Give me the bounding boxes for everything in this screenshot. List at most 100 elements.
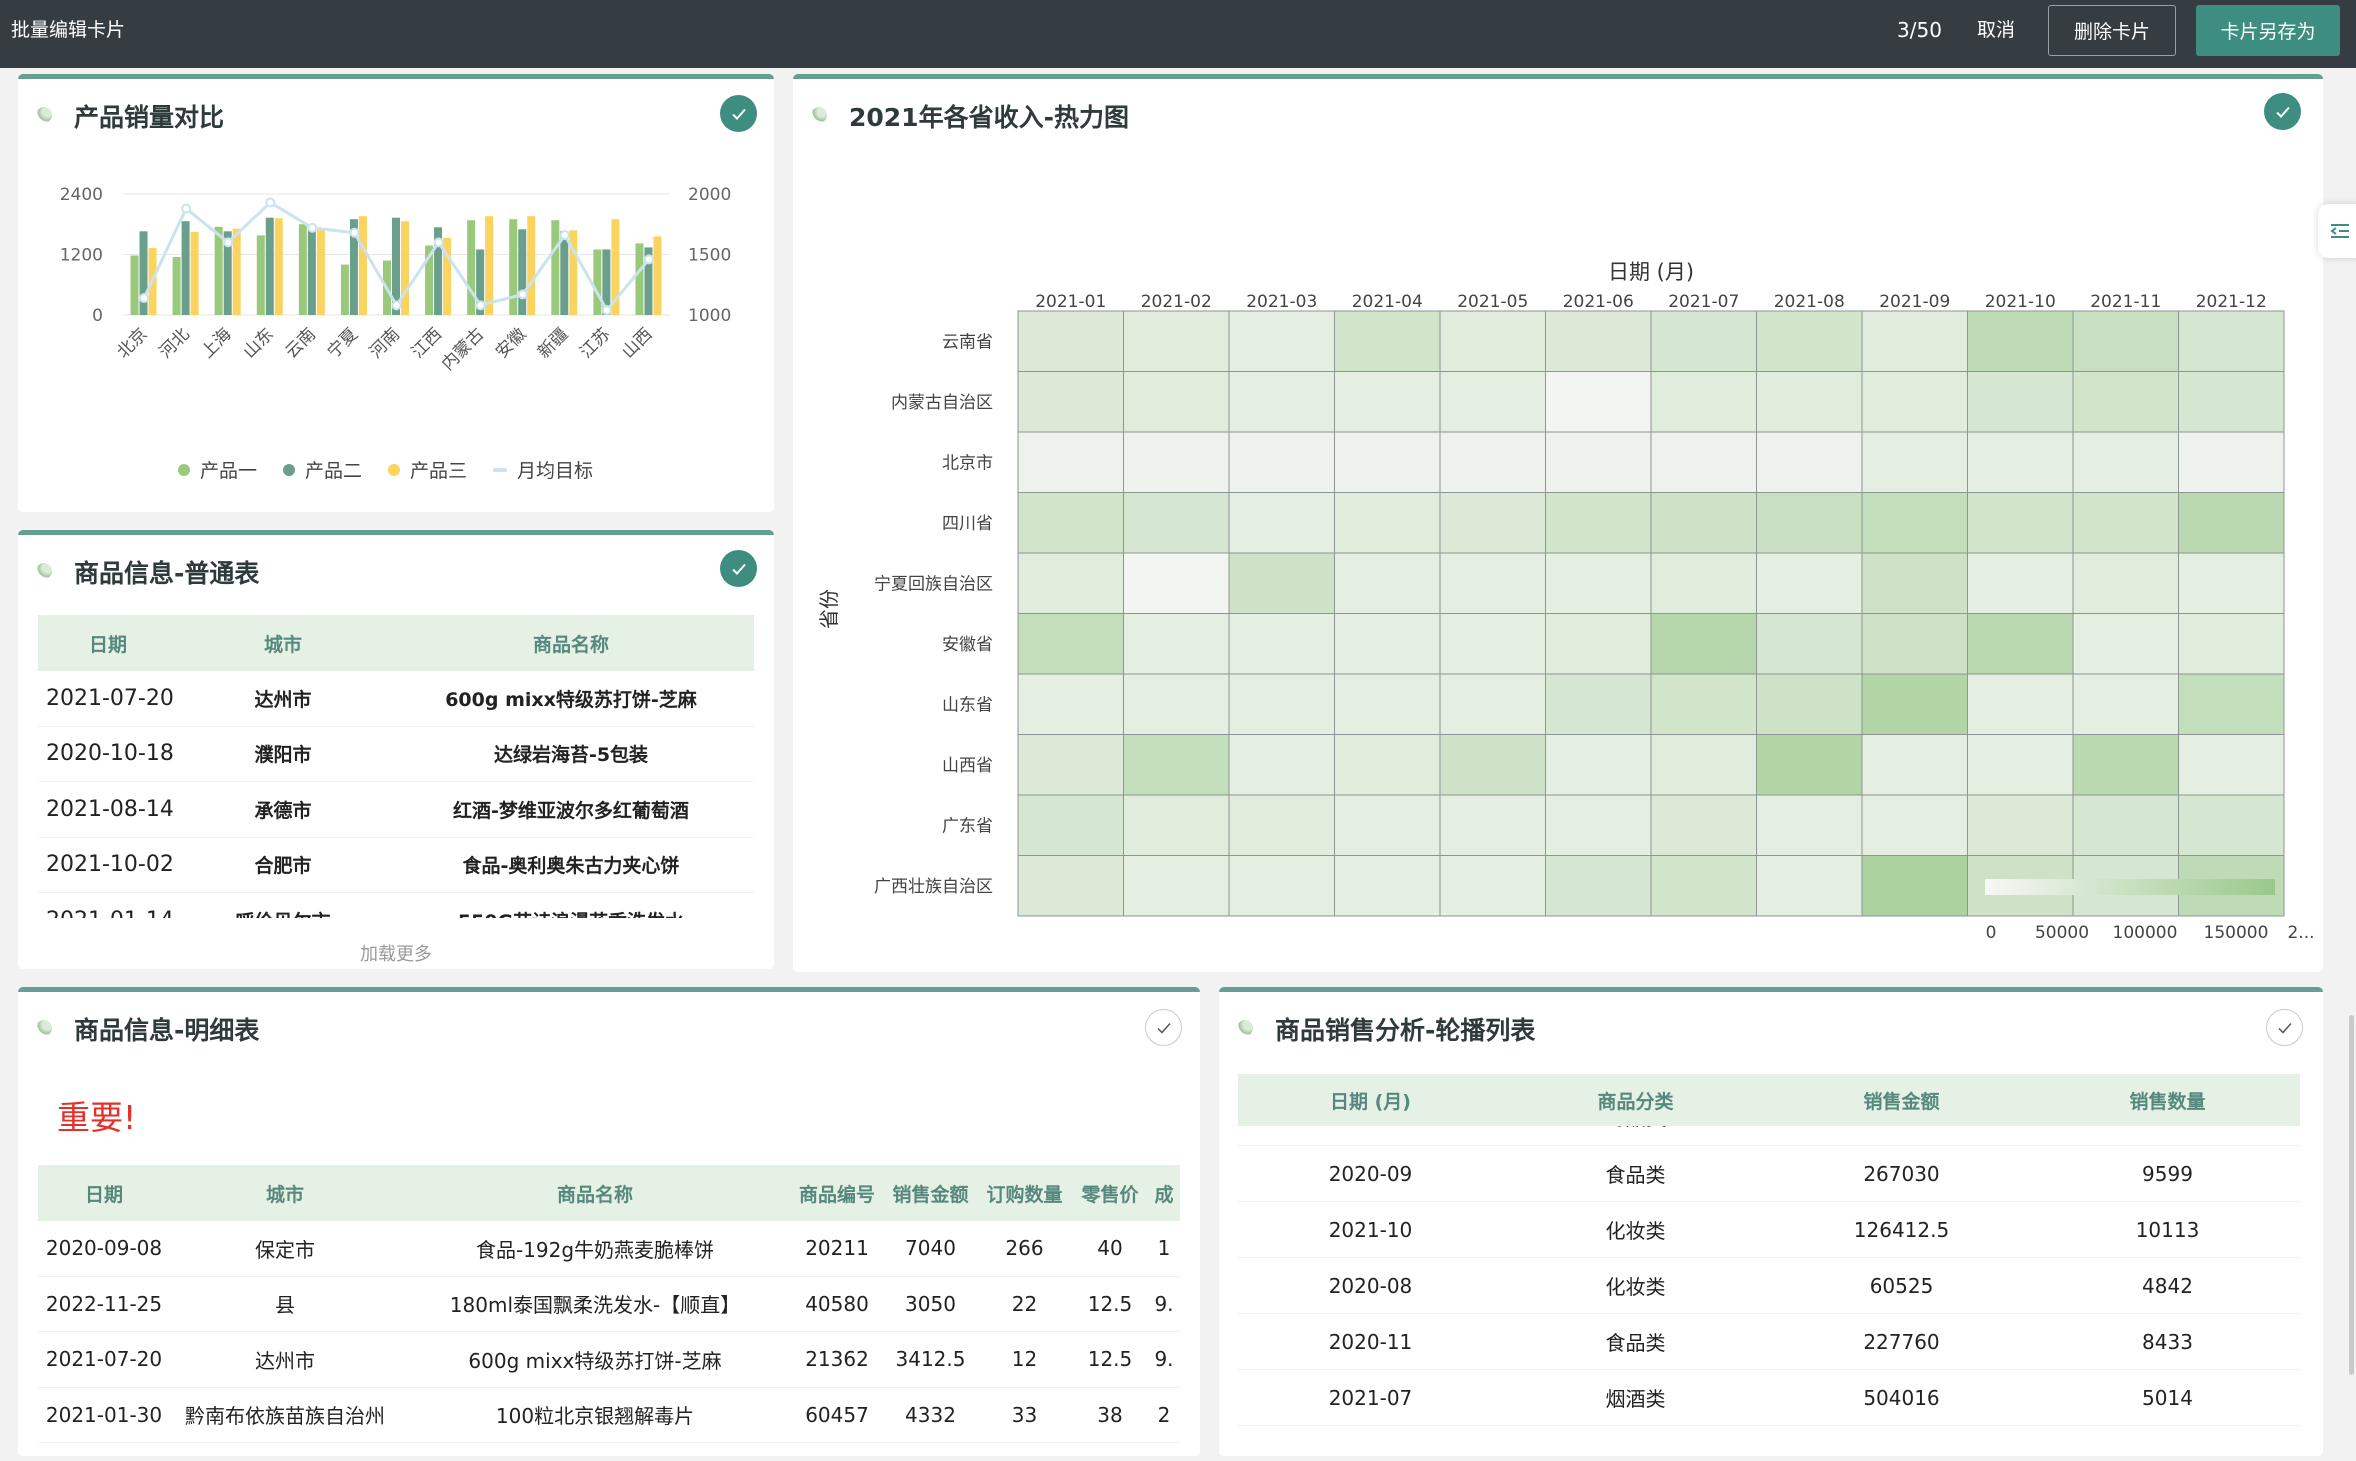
table-row[interactable]: 2020-08 化妆类 60525 4842: [1238, 1258, 2300, 1314]
heat-cell: [2072, 613, 2179, 675]
card-sales-analysis-carousel[interactable]: 商品销售分析-轮播列表 日期 (月)商品分类销售金额销售数量2022-12药品类…: [1219, 987, 2323, 1456]
column-header[interactable]: 商品编号: [790, 1165, 884, 1221]
table-row[interactable]: 2020-10-18 濮阳市 达绿岩海苔-5包装: [38, 727, 754, 782]
card-product-detail-table[interactable]: 商品信息-明细表 重要! 日期 城市 商品名称 商品编号 销售金额 订购数量 零售价成 202…: [18, 987, 1200, 1456]
table-cell: 2021-01-30: [45, 1402, 163, 1427]
table-row[interactable]: 2021-07-20 达州市 600g mixx特级苏打饼-芝麻 21362 3412.…: [38, 1332, 1180, 1388]
heat-cell: [1545, 794, 1652, 856]
column-header[interactable]: 日期: [38, 615, 178, 671]
table-cell: 2022-12: [1238, 1126, 1503, 1145]
legend-item[interactable]: 月均目标: [493, 456, 593, 483]
save-card-as-button[interactable]: 卡片另存为: [2196, 5, 2340, 56]
table-cell: 濮阳市: [254, 744, 312, 767]
column-header[interactable]: 城市: [170, 1165, 400, 1221]
table-cell: 2021-07: [1328, 1385, 1413, 1410]
select-card-check-icon[interactable]: [2266, 1009, 2303, 1046]
column-header[interactable]: 商品分类: [1503, 1074, 1768, 1126]
scrollbar[interactable]: [2349, 1015, 2354, 1375]
x-tick-label: 云南: [282, 324, 320, 362]
bar-产品一: [340, 264, 349, 315]
table-cell: 2020-09-08: [45, 1236, 163, 1261]
target-point: [433, 237, 444, 248]
x-tick-label: 2021-07: [1668, 292, 1739, 312]
heat-cell: [1967, 431, 2074, 493]
select-card-check-icon[interactable]: [1145, 1009, 1182, 1046]
heat-cell: [1228, 855, 1335, 917]
table-row[interactable]: 2021-07 烟酒类 504016 5014: [1238, 1370, 2300, 1426]
y-tick-label: 山西省: [942, 756, 993, 776]
table-cell: 12.5: [1087, 1291, 1133, 1316]
column-header[interactable]: 销售数量: [2035, 1074, 2300, 1126]
bar-产品一: [214, 226, 223, 315]
heat-cell: [1756, 371, 1863, 433]
table-header: 日期 城市 商品名称 商品编号 销售金额 订购数量 零售价成: [38, 1165, 1180, 1221]
cancel-button[interactable]: 取消: [1977, 16, 2015, 44]
column-header[interactable]: 销售金额: [1768, 1074, 2035, 1126]
table-row[interactable]: 2021-10-02 合肥市 食品-奥利奥朱古力夹心饼: [38, 838, 754, 893]
x-tick-label: 江苏: [576, 324, 614, 362]
table-cell: 12.5: [1087, 1347, 1133, 1372]
card-product-info-table[interactable]: 商品信息-普通表 日期 城市 商品名称 2021-07-20 达州市 600g mixx特…: [18, 530, 774, 969]
select-card-check-icon[interactable]: [720, 95, 757, 132]
table-row[interactable]: 2020-09-08 保定市 食品-192g牛奶燕麦脆棒饼 20211 7040 266 4…: [38, 1221, 1180, 1277]
column-header[interactable]: 商品名称: [388, 615, 754, 671]
heat-cell: [1650, 794, 1757, 856]
heat-cell: [1123, 431, 1230, 493]
card-title: 商品信息-普通表: [74, 559, 260, 588]
table-row[interactable]: 2021-10 化妆类 126412.5 10113: [1238, 1202, 2300, 1258]
heat-cell: [1545, 431, 1652, 493]
bar-产品三: [485, 216, 494, 315]
column-header[interactable]: 城市: [178, 615, 388, 671]
column-header[interactable]: 成: [1148, 1165, 1180, 1221]
column-header[interactable]: 销售金额: [884, 1165, 977, 1221]
column-header[interactable]: 订购数量: [977, 1165, 1072, 1221]
heat-cell: [2178, 492, 2285, 554]
select-card-check-icon[interactable]: [2264, 93, 2301, 130]
table-cell: 38: [1097, 1402, 1123, 1427]
table-row[interactable]: 2021-08-14 承德市 红酒-梦维亚波尔多红葡萄酒: [38, 782, 754, 838]
table-cell: 267030: [1863, 1161, 1940, 1186]
load-more-link[interactable]: 加载更多: [18, 940, 774, 966]
column-header[interactable]: 商品名称: [400, 1165, 790, 1221]
heat-cell: [1967, 371, 2074, 433]
table-row[interactable]: 2021-01-14呼伦贝尔市550G艾诗浪漫花香洗发水: [38, 893, 754, 918]
heat-cell: [1545, 613, 1652, 675]
card-dot-icon: [1237, 1020, 1253, 1036]
table-cell: 黔南布依族苗族自治州: [185, 1404, 385, 1429]
color-scale-bar: [1985, 879, 2275, 895]
table-row-partial[interactable]: 2022-12药品类398483: [1238, 1126, 2300, 1146]
side-panel-toggle[interactable]: [2318, 204, 2356, 258]
y-tick-label: 北京市: [942, 453, 993, 473]
target-point: [223, 237, 234, 248]
heat-cell: [1439, 734, 1546, 796]
delete-card-button[interactable]: 删除卡片: [2048, 5, 2176, 56]
select-card-check-icon[interactable]: [720, 550, 757, 587]
legend-label: 产品二: [305, 460, 363, 482]
table-cell: 40580: [805, 1291, 869, 1316]
x-tick-label: 2021-05: [1457, 292, 1528, 312]
legend-item[interactable]: 产品三: [388, 456, 467, 483]
column-header[interactable]: 零售价: [1072, 1165, 1148, 1221]
heat-cell: [1439, 552, 1546, 614]
heat-cell: [1439, 431, 1546, 493]
card-product-sales[interactable]: 产品销量对比 2400 1200 0 2000 1500 1000 北京 河北 上海 山东 云南 宁夏…: [18, 74, 774, 512]
table-row[interactable]: 2022-11-25 县 180ml泰国飘柔洗发水-【顺直】 40580 3050 22 1…: [38, 1277, 1180, 1332]
legend-item[interactable]: 产品一: [178, 456, 257, 483]
table-row[interactable]: 2021-07-20 达州市 600g mixx特级苏打饼-芝麻: [38, 671, 754, 727]
heat-cell: [1545, 855, 1652, 917]
heat-cell: [1334, 673, 1441, 735]
column-header[interactable]: 日期: [38, 1165, 170, 1221]
legend-item[interactable]: 产品二: [283, 456, 362, 483]
table-row[interactable]: 2020-11 食品类 227760 8433: [1238, 1314, 2300, 1370]
column-header[interactable]: 日期 (月): [1238, 1074, 1503, 1126]
table-row[interactable]: 2021-01-30 黔南布依族苗族自治州 100粒北京银翘解毒片 60457 4332…: [38, 1388, 1180, 1443]
table-row[interactable]: 2020-09 食品类 267030 9599: [1238, 1146, 2300, 1202]
heat-cell: [1439, 492, 1546, 554]
target-point: [601, 305, 612, 316]
heat-cell: [1650, 492, 1757, 554]
card-province-income-heatmap[interactable]: 2021年各省收入-热力图 日期 (月) 2021-01 2021-02 2021-0…: [793, 74, 2323, 972]
x-tick-label: 2021-03: [1246, 292, 1317, 312]
bar-产品一: [635, 243, 644, 315]
bar-产品二: [307, 226, 316, 315]
heat-cell: [2178, 371, 2285, 433]
